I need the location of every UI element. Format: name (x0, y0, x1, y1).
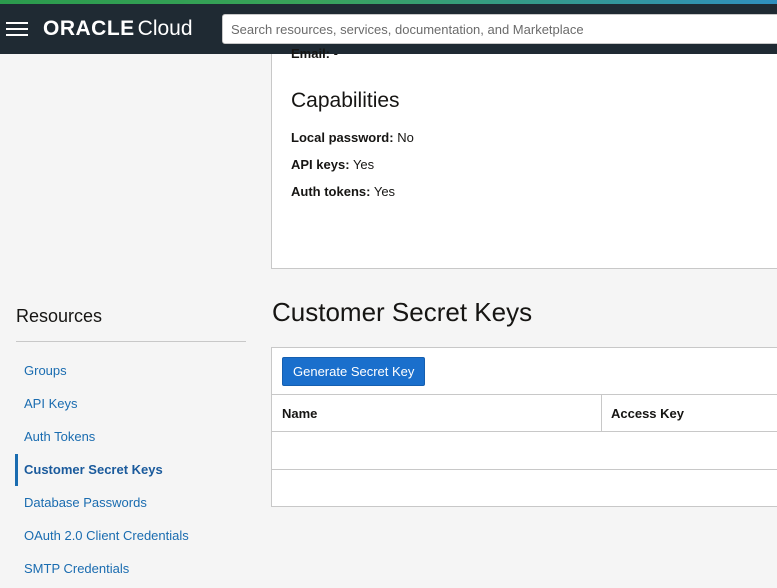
user-details-panel: Email: - Capabilities Local password: No… (271, 46, 777, 269)
capability-value: Yes (373, 184, 396, 199)
table-row (272, 470, 777, 508)
table-header-row: Name Access Key (272, 394, 777, 432)
hamburger-menu-icon[interactable] (6, 18, 28, 38)
resource-link-groups[interactable]: Groups (24, 363, 67, 378)
capability-label: Auth tokens: (291, 184, 371, 199)
oracle-cloud-logo[interactable]: ORACLE Cloud (43, 17, 193, 41)
capability-api-keys: API keys: Yes (291, 157, 374, 172)
generate-secret-key-button[interactable]: Generate Secret Key (282, 357, 426, 386)
email-label: Email: (291, 46, 331, 61)
capability-auth-tokens: Auth tokens: Yes (291, 184, 395, 199)
product-name: Cloud (137, 17, 193, 40)
search-input[interactable] (222, 14, 777, 44)
email-value: - (333, 46, 338, 61)
resources-divider (16, 341, 246, 342)
column-separator (601, 395, 602, 432)
resource-link-database-passwords[interactable]: Database Passwords (24, 495, 147, 510)
capability-value: Yes (352, 157, 375, 172)
capability-label: Local password: (291, 130, 394, 145)
active-item-indicator (15, 454, 18, 486)
resource-link-auth-tokens[interactable]: Auth Tokens (24, 429, 95, 444)
column-header-name[interactable]: Name (282, 406, 317, 421)
resource-link-api-keys[interactable]: API Keys (24, 396, 77, 411)
brand-name: ORACLE (43, 17, 135, 40)
secret-keys-table-panel: Generate Secret Key Name Access Key (271, 347, 777, 507)
resource-link-customer-secret-keys[interactable]: Customer Secret Keys (24, 462, 163, 477)
resource-link-oauth-client-credentials[interactable]: OAuth 2.0 Client Credentials (24, 528, 189, 543)
capability-local-password: Local password: No (291, 130, 414, 145)
capabilities-heading: Capabilities (291, 89, 400, 112)
capability-label: API keys: (291, 157, 350, 172)
table-row (272, 432, 777, 470)
email-row: Email: - (291, 46, 338, 61)
page-title: Customer Secret Keys (272, 297, 533, 327)
top-navigation-bar: ORACLE Cloud (0, 4, 777, 54)
capability-value: No (397, 130, 414, 145)
resources-heading: Resources (16, 306, 103, 326)
column-header-access-key[interactable]: Access Key (611, 406, 684, 421)
resource-link-smtp-credentials[interactable]: SMTP Credentials (24, 561, 129, 576)
